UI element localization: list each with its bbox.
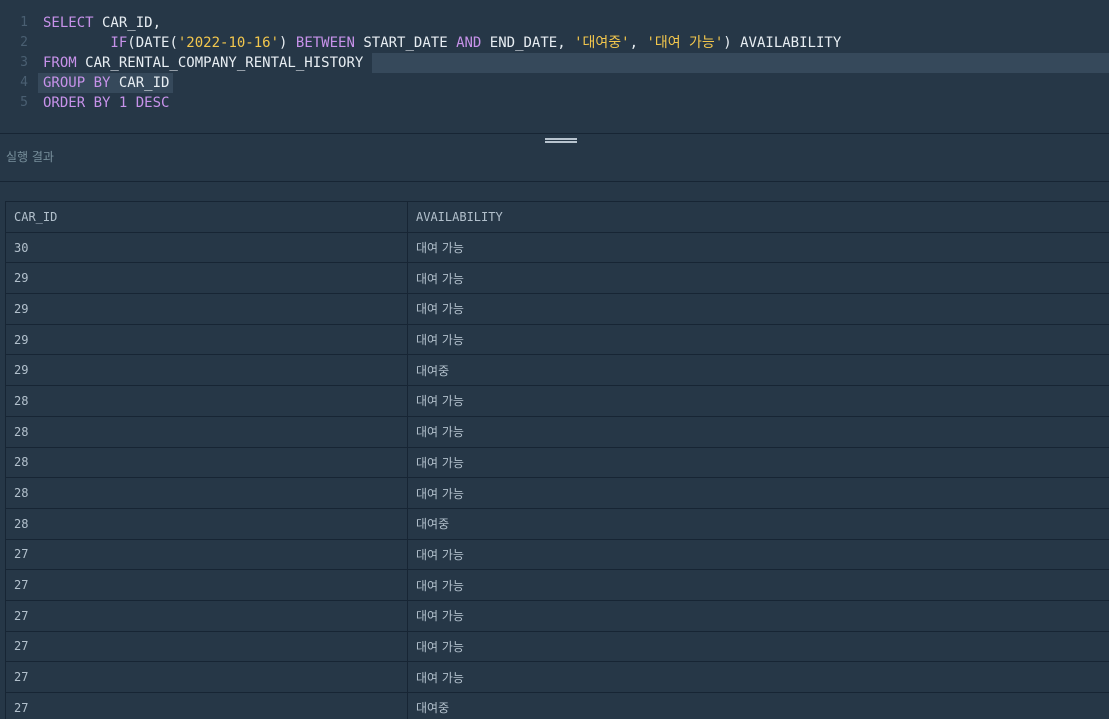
cell-car-id: 28 [5, 385, 408, 417]
cell-car-id: 30 [5, 231, 408, 264]
code-token: DESC [127, 95, 170, 111]
cell-car-id: 29 [5, 354, 408, 387]
cell-availability: 대여 가능 [407, 630, 1109, 663]
code-text: FROM CAR_RENTAL_COMPANY_RENTAL_HISTORY [43, 53, 363, 73]
cell-availability: 대여 가능 [407, 323, 1109, 356]
table-row: 29 대여중 [5, 354, 1109, 387]
table-row: 28 대여 가능 [5, 415, 1109, 448]
code-token: IF [43, 35, 128, 51]
cell-availability: 대여 가능 [407, 661, 1109, 693]
cell-availability: 대여 가능 [407, 385, 1109, 417]
code-token: BETWEEN [295, 35, 355, 51]
cell-availability: 대여 가능 [407, 262, 1109, 295]
table-row: 28 대여 가능 [5, 477, 1109, 509]
table-row: 28 대여중 [5, 507, 1109, 540]
code-text: GROUP BY CAR_ID [43, 73, 169, 93]
table-row: 27 대여 가능 [5, 630, 1109, 663]
cell-availability: 대여중 [407, 507, 1109, 540]
column-header-car-id: CAR_ID [5, 201, 408, 233]
code-token: FROM [43, 55, 77, 71]
code-token: (DATE( [127, 35, 178, 51]
code-text: ORDER BY 1 DESC [43, 93, 169, 113]
cell-car-id: 27 [5, 692, 408, 719]
cell-car-id: 27 [5, 599, 408, 632]
table-row: 30 대여 가능 [5, 231, 1109, 264]
code-token: '대여 가능' [646, 35, 724, 51]
cell-car-id: 29 [5, 262, 408, 295]
code-line[interactable]: 1 SELECT CAR_ID, [0, 13, 1109, 33]
cell-car-id: 27 [5, 661, 408, 693]
cell-availability: 대여 가능 [407, 477, 1109, 509]
cell-availability: 대여중 [407, 354, 1109, 387]
code-text: IF(DATE('2022-10-16') BETWEEN START_DATE… [43, 33, 841, 53]
code-token: ) [279, 35, 296, 51]
table-row: 27 대여 가능 [5, 661, 1109, 693]
cell-availability: 대여 가능 [407, 538, 1109, 571]
code-token: CAR_ID, [93, 15, 162, 31]
cell-car-id: 27 [5, 630, 408, 663]
cell-car-id: 27 [5, 569, 408, 601]
table-row: 27 대여 가능 [5, 599, 1109, 632]
code-token: '2022-10-16' [177, 35, 280, 51]
selection-highlight [372, 53, 1109, 73]
result-title: 실행 결과 [6, 150, 54, 164]
cell-availability: 대여 가능 [407, 599, 1109, 632]
code-token: '대여중' [574, 35, 630, 51]
code-token: , [629, 35, 647, 51]
line-number: 5 [20, 95, 28, 110]
result-table-container[interactable]: CAR_ID AVAILABILITY 30 대여 가능 29 대여 가능 29 대여 가… [5, 201, 1109, 719]
table-row: 27 대여 가능 [5, 569, 1109, 601]
code-token: END_DATE, [481, 35, 575, 51]
code-token: SELECT [43, 15, 94, 31]
code-token: START_DATE [354, 35, 457, 51]
cell-availability: 대여 가능 [407, 293, 1109, 325]
result-table: CAR_ID AVAILABILITY 30 대여 가능 29 대여 가능 29 대여 가… [5, 201, 1109, 719]
table-row: 29 대여 가능 [5, 323, 1109, 356]
code-token: CAR_ID [110, 75, 170, 91]
cell-availability: 대여 가능 [407, 446, 1109, 479]
line-number: 4 [20, 75, 28, 90]
cell-car-id: 29 [5, 323, 408, 356]
code-text: SELECT CAR_ID, [43, 13, 161, 33]
cell-car-id: 28 [5, 446, 408, 479]
table-header-row: CAR_ID AVAILABILITY [5, 201, 1109, 233]
code-line[interactable]: 3 FROM CAR_RENTAL_COMPANY_RENTAL_HISTORY [0, 53, 1109, 73]
resize-handle-icon[interactable] [545, 138, 577, 145]
cell-car-id: 27 [5, 538, 408, 571]
table-row: 28 대여 가능 [5, 446, 1109, 479]
table-row: 28 대여 가능 [5, 385, 1109, 417]
table-row: 27 대여중 [5, 692, 1109, 719]
column-header-availability: AVAILABILITY [407, 201, 1109, 233]
code-token: CAR_RENTAL_COMPANY_RENTAL_HISTORY [76, 55, 364, 71]
line-number: 2 [20, 35, 28, 50]
code-token: ) AVAILABILITY [723, 35, 842, 51]
table-row: 27 대여 가능 [5, 538, 1109, 571]
code-editor[interactable]: 1 SELECT CAR_ID, 2 IF(DATE('2022-10-16') B… [0, 0, 1109, 133]
line-number: 3 [20, 55, 28, 70]
code-line[interactable]: 5 ORDER BY 1 DESC [0, 93, 1109, 113]
code-line[interactable]: 2 IF(DATE('2022-10-16') BETWEEN START_DA… [0, 33, 1109, 53]
cell-car-id: 29 [5, 293, 408, 325]
code-token: 1 [110, 95, 128, 111]
code-token: AND [456, 35, 482, 51]
code-token: ORDER BY [43, 95, 111, 111]
table-row: 29 대여 가능 [5, 293, 1109, 325]
cell-availability: 대여 가능 [407, 415, 1109, 448]
code-lines[interactable]: 1 SELECT CAR_ID, 2 IF(DATE('2022-10-16') B… [0, 13, 1109, 113]
cell-car-id: 28 [5, 415, 408, 448]
code-token: GROUP BY [43, 75, 111, 91]
cell-car-id: 28 [5, 507, 408, 540]
table-row: 29 대여 가능 [5, 262, 1109, 295]
line-number: 1 [20, 15, 28, 30]
cell-availability: 대여 가능 [407, 231, 1109, 264]
code-line[interactable]: 4 GROUP BY CAR_ID [0, 73, 1109, 93]
cell-availability: 대여 가능 [407, 569, 1109, 601]
cell-availability: 대여중 [407, 692, 1109, 719]
cell-car-id: 28 [5, 477, 408, 509]
